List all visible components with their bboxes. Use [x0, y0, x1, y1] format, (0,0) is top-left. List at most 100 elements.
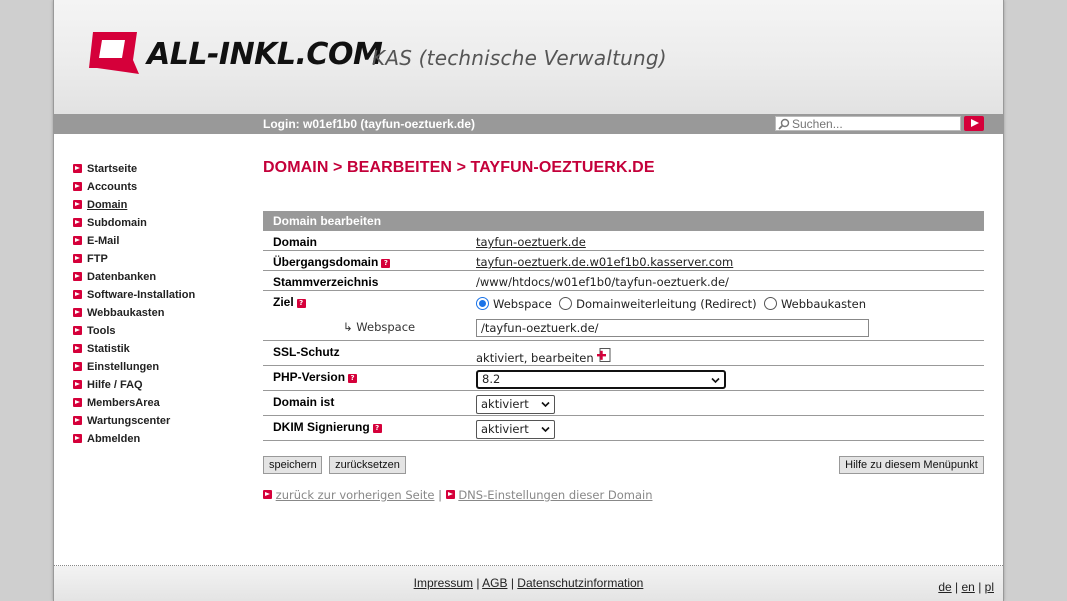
- arrow-bullet-icon: [73, 272, 82, 281]
- radio-button[interactable]: [763, 297, 777, 310]
- arrow-bullet-icon: [263, 490, 272, 499]
- lang-separator: |: [955, 580, 959, 594]
- php-label-text: PHP-Version: [273, 370, 346, 384]
- sidebar-item-label[interactable]: Webbaukasten: [87, 307, 164, 319]
- sidebar-item-label[interactable]: Hilfe / FAQ: [87, 379, 143, 391]
- footer-links: Impressum | AGB | Datenschutzinformation: [54, 576, 1003, 590]
- arrow-bullet-icon: [73, 344, 82, 353]
- impressum-link[interactable]: Impressum: [414, 576, 473, 590]
- sidebar-item-label[interactable]: Software-Installation: [87, 289, 195, 301]
- panel-title: Domain bearbeiten: [263, 211, 984, 231]
- sidebar-item-label[interactable]: Datenbanken: [87, 271, 156, 283]
- sidebar-item-label[interactable]: Wartungscenter: [87, 415, 170, 427]
- lang-de-link[interactable]: de: [938, 580, 951, 594]
- search-input[interactable]: [792, 117, 958, 130]
- webspace-path-input[interactable]: [476, 319, 869, 337]
- add-document-icon[interactable]: [597, 348, 611, 363]
- uebergangsdomain-link[interactable]: tayfun-oeztuerk.de.w01ef1b0.kasserver.co…: [476, 255, 733, 269]
- ssl-status: aktiviert,: [476, 351, 528, 365]
- help-icon[interactable]: ?: [381, 259, 391, 268]
- sidebar-item-label[interactable]: Accounts: [87, 181, 137, 193]
- dkim-value: aktiviert: [481, 422, 529, 436]
- help-icon[interactable]: ?: [348, 374, 358, 383]
- sidebar-item[interactable]: E-Mail: [73, 235, 195, 253]
- logo-icon[interactable]: [87, 30, 139, 76]
- chevron-down-icon: [711, 377, 720, 384]
- sidebar-item[interactable]: FTP: [73, 253, 195, 271]
- sidebar-item[interactable]: Einstellungen: [73, 361, 195, 379]
- sidebar-item[interactable]: Webbaukasten: [73, 307, 195, 325]
- domain-label: Domain: [273, 235, 318, 249]
- sidebar-item[interactable]: Subdomain: [73, 217, 195, 235]
- ssl-edit-link[interactable]: bearbeiten: [531, 351, 594, 365]
- help-icon[interactable]: ?: [296, 299, 306, 308]
- arrow-bullet-icon: [73, 416, 82, 425]
- sidebar-item-label[interactable]: E-Mail: [87, 235, 119, 247]
- ssl-value: aktiviert, bearbeiten: [476, 348, 611, 365]
- save-button[interactable]: speichern: [263, 456, 322, 474]
- sidebar-item-label[interactable]: Statistik: [87, 343, 130, 355]
- app-title: KAS (technische Verwaltung): [372, 46, 667, 70]
- radio-webspace-label: Webspace: [493, 297, 552, 311]
- dkim-select[interactable]: aktiviert: [476, 420, 555, 439]
- logo-text[interactable]: ALL-INKL.COM: [147, 37, 383, 72]
- sidebar-item[interactable]: Statistik: [73, 343, 195, 361]
- sidebar-item[interactable]: Domain: [73, 199, 195, 217]
- sidebar-item[interactable]: Accounts: [73, 181, 195, 199]
- dkim-label: DKIM Signierung?: [273, 420, 382, 434]
- help-icon[interactable]: ?: [372, 424, 382, 433]
- radio-redirect[interactable]: Domainweiterleitung (Redirect): [559, 297, 757, 311]
- domain-link[interactable]: tayfun-oeztuerk.de: [476, 235, 586, 249]
- sidebar-item-label[interactable]: Einstellungen: [87, 361, 159, 373]
- sidebar-item[interactable]: Software-Installation: [73, 289, 195, 307]
- ziel-label-text: Ziel: [273, 295, 294, 309]
- lang-pl-link[interactable]: pl: [985, 580, 994, 594]
- arrow-bullet-icon: [73, 254, 82, 263]
- radio-button-checked[interactable]: [476, 297, 489, 310]
- row-domain: Domain tayfun-oeztuerk.de: [263, 231, 984, 251]
- ziel-label: Ziel?: [273, 295, 306, 309]
- help-menu-button[interactable]: Hilfe zu diesem Menüpunkt: [839, 456, 984, 474]
- search-box[interactable]: [775, 116, 961, 131]
- play-arrow-icon: [971, 119, 979, 127]
- sidebar-item-label[interactable]: MembersArea: [87, 397, 160, 409]
- sidebar-item[interactable]: Wartungscenter: [73, 415, 195, 433]
- lang-en-link[interactable]: en: [961, 580, 974, 594]
- agb-link[interactable]: AGB: [482, 576, 507, 590]
- row-uebergangsdomain: Übergangsdomain? tayfun-oeztuerk.de.w01e…: [263, 251, 984, 271]
- back-link[interactable]: zurück zur vorherigen Seite: [276, 488, 435, 502]
- radio-webbaukasten[interactable]: Webbaukasten: [763, 297, 867, 311]
- ziel-radio-group: Webspace Domainweiterleitung (Redirect) …: [476, 297, 866, 311]
- datenschutz-link[interactable]: Datenschutzinformation: [517, 576, 643, 590]
- arrow-bullet-icon: [73, 380, 82, 389]
- radio-webbaukasten-label: Webbaukasten: [780, 297, 867, 311]
- radio-webspace[interactable]: Webspace: [476, 297, 552, 311]
- arrow-bullet-icon: [73, 308, 82, 317]
- row-dkim: DKIM Signierung? aktiviert: [263, 416, 984, 441]
- reset-button[interactable]: zurücksetzen: [329, 456, 406, 474]
- php-version-select[interactable]: 8.2: [476, 370, 726, 389]
- sidebar-item[interactable]: Abmelden: [73, 433, 195, 451]
- sidebar-item-label[interactable]: Domain: [87, 199, 127, 211]
- sidebar-item-label[interactable]: Abmelden: [87, 433, 140, 445]
- sidebar-item[interactable]: Datenbanken: [73, 271, 195, 289]
- sidebar-item-label[interactable]: Startseite: [87, 163, 137, 175]
- chevron-down-icon: [541, 426, 550, 433]
- sidebar-item-label[interactable]: Tools: [87, 325, 116, 337]
- sidebar-nav: Startseite Accounts Domain Subdomain E-Mail F…: [73, 163, 195, 451]
- sidebar-item[interactable]: MembersArea: [73, 397, 195, 415]
- page: ALL-INKL.COM KAS (technische Verwaltung)…: [53, 0, 1004, 601]
- domain-status-select[interactable]: aktiviert: [476, 395, 555, 414]
- dns-settings-link[interactable]: DNS-Einstellungen dieser Domain: [458, 488, 652, 502]
- sidebar-item[interactable]: Hilfe / FAQ: [73, 379, 195, 397]
- search-submit-button[interactable]: [964, 116, 984, 131]
- sidebar-item-label[interactable]: Subdomain: [87, 217, 147, 229]
- dkim-label-text: DKIM Signierung: [273, 420, 370, 434]
- sidebar-item-label[interactable]: FTP: [87, 253, 108, 265]
- arrow-bullet-icon: [73, 326, 82, 335]
- radio-button[interactable]: [559, 297, 573, 310]
- sidebar-item[interactable]: Tools: [73, 325, 195, 343]
- footer-separator: |: [510, 576, 514, 590]
- footer-separator: |: [476, 576, 480, 590]
- sidebar-item[interactable]: Startseite: [73, 163, 195, 181]
